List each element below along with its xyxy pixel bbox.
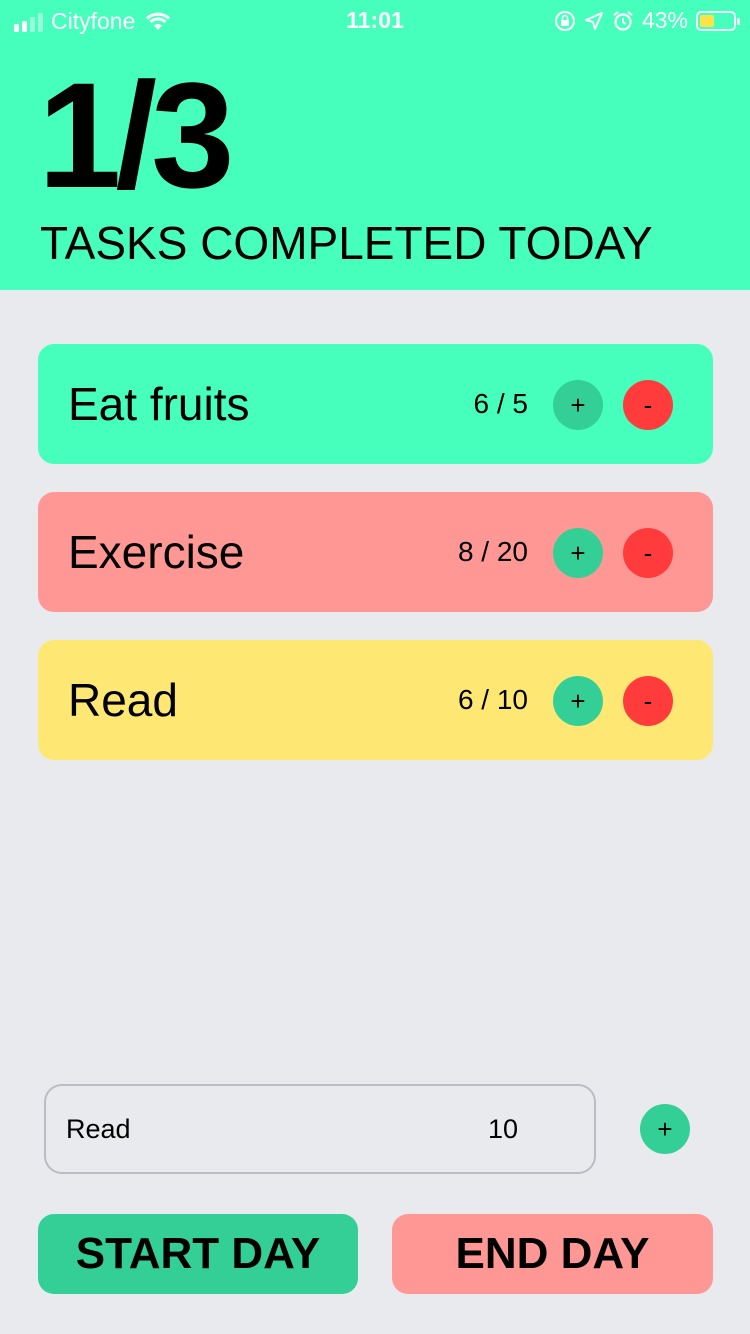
add-task-button[interactable]: + (640, 1104, 690, 1154)
task-name: Exercise (68, 526, 245, 578)
rotation-lock-icon (554, 10, 575, 31)
task-progress: 8 / 20 (457, 536, 528, 567)
header: Cityfone 11:01 43% 1/3 TASKS COMPLETED T… (0, 0, 750, 290)
status-bar: Cityfone 11:01 43% (0, 0, 750, 42)
task-card: Read 6 / 10 + - (38, 640, 713, 760)
plus-icon: + (657, 1113, 673, 1144)
decrement-button[interactable]: - (623, 380, 673, 430)
task-progress: 6 / 10 (457, 684, 528, 715)
battery-level-fill (700, 14, 714, 27)
task-name: Eat fruits (68, 378, 250, 430)
increment-button[interactable]: + (553, 380, 603, 430)
end-day-button[interactable]: END DAY (392, 1214, 713, 1294)
battery-percent: 43% (641, 7, 688, 33)
plus-icon: + (570, 537, 586, 568)
increment-button[interactable]: + (553, 528, 603, 578)
decrement-button[interactable]: - (623, 676, 673, 726)
plus-icon: + (570, 685, 586, 716)
start-day-button[interactable]: START DAY (38, 1214, 358, 1294)
status-right: 43% (554, 7, 740, 34)
battery-charging-icon (696, 10, 740, 31)
increment-button[interactable]: + (553, 676, 603, 726)
minus-icon: - (643, 685, 653, 716)
new-task-input[interactable]: Read 10 (44, 1084, 596, 1174)
decrement-button[interactable]: - (623, 528, 673, 578)
task-name-field[interactable]: Read (66, 1114, 131, 1145)
task-target-field[interactable]: 10 (488, 1114, 518, 1145)
task-progress: 6 / 5 (473, 388, 528, 419)
task-card: Eat fruits 6 / 5 + - (38, 344, 713, 464)
location-icon (584, 11, 603, 30)
minus-icon: - (643, 537, 653, 568)
minus-icon: - (643, 389, 653, 420)
task-name: Read (68, 674, 178, 726)
task-card: Exercise 8 / 20 + - (38, 492, 713, 612)
completed-count: 1/3 (38, 51, 235, 219)
plus-icon: + (570, 389, 586, 420)
alarm-icon (613, 10, 633, 31)
completed-subtitle: TASKS COMPLETED TODAY (40, 217, 653, 269)
